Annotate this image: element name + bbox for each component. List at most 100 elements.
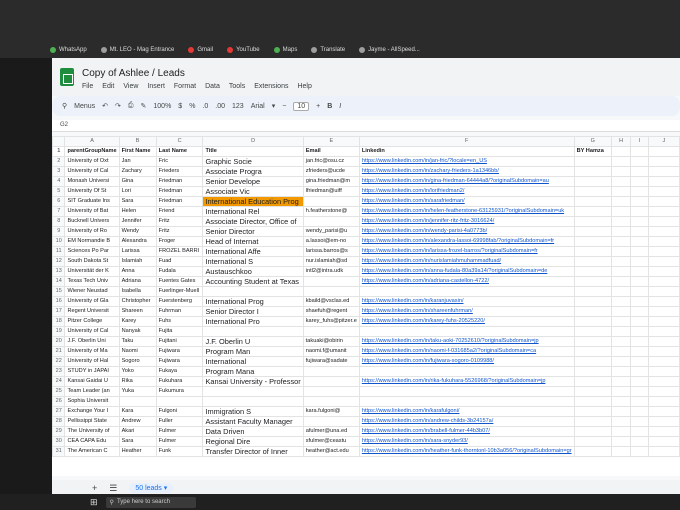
table-cell[interactable]: Yuka xyxy=(118,386,157,397)
table-cell[interactable] xyxy=(155,396,204,407)
row-number[interactable]: 9 xyxy=(52,226,66,237)
table-cell[interactable]: https://www.linkedin.com/in/helen-feathe… xyxy=(358,206,575,217)
table-row[interactable]: 13 Universität der K Anna Fudala Austauschko… xyxy=(52,266,680,277)
table-cell[interactable] xyxy=(610,306,632,317)
row-number[interactable]: 12 xyxy=(52,256,66,267)
menu-help[interactable]: Help xyxy=(297,83,311,90)
column-header[interactable]: E xyxy=(302,136,360,147)
table-cell[interactable] xyxy=(573,316,612,327)
table-cell[interactable]: Andrew xyxy=(118,416,157,427)
table-cell[interactable] xyxy=(358,396,575,407)
table-row[interactable]: 11 Sciences Po Par Larissa FROZEL BARRI Inte… xyxy=(52,246,680,257)
table-cell[interactable] xyxy=(202,286,304,297)
table-cell[interactable] xyxy=(647,186,680,197)
table-row[interactable]: 16 University of Gla Christopher Fuerstenbe… xyxy=(52,296,680,307)
table-cell[interactable]: J.F. Oberlin U xyxy=(202,336,304,347)
table-cell[interactable] xyxy=(610,266,632,277)
table-cell[interactable]: SIT Graduate Ins xyxy=(64,196,120,207)
table-cell[interactable]: Universität der K xyxy=(64,266,120,277)
table-cell[interactable]: Naomi xyxy=(118,346,157,357)
table-cell[interactable] xyxy=(302,196,360,207)
table-cell[interactable]: https://www.linkedin.com/in/rika-fukuhar… xyxy=(358,376,575,387)
table-cell[interactable]: University of Ro xyxy=(64,226,120,237)
table-cell[interactable]: Shareen xyxy=(118,306,157,317)
column-header[interactable]: A xyxy=(64,136,120,147)
table-cell[interactable] xyxy=(630,176,649,187)
table-cell[interactable]: Pitzer College xyxy=(64,316,120,327)
table-cell[interactable] xyxy=(573,386,612,397)
table-cell[interactable] xyxy=(610,296,632,307)
table-cell[interactable]: Assistant Faculty Manager xyxy=(202,416,304,427)
bookmark-item[interactable]: YouTube xyxy=(227,47,260,53)
table-cell[interactable]: shaefuh@regent xyxy=(302,306,360,317)
all-sheets-icon[interactable]: ☰ xyxy=(109,483,117,494)
row-number[interactable]: 27 xyxy=(52,406,66,417)
table-cell[interactable] xyxy=(630,426,649,437)
table-cell[interactable]: Team Leader (an xyxy=(64,386,120,397)
table-cell[interactable]: Fuerlinger-Muell xyxy=(155,286,204,297)
table-cell[interactable]: intl2@intra.udk xyxy=(302,266,360,277)
table-row[interactable]: 27 Exchange Your I Kara Fulgoni Immigration … xyxy=(52,406,680,417)
table-cell[interactable] xyxy=(647,346,680,357)
table-cell[interactable]: Larissa xyxy=(118,246,157,257)
font-size-decrease-icon[interactable]: − xyxy=(282,103,286,110)
row-number[interactable]: 2 xyxy=(52,156,66,167)
menu-format[interactable]: Format xyxy=(174,83,196,90)
table-row[interactable]: 22 University of Hal Sogoro Fujiwara Interna… xyxy=(52,356,680,367)
table-cell[interactable]: Fuhs xyxy=(155,316,204,327)
row-number[interactable]: 4 xyxy=(52,176,66,187)
table-row[interactable]: 14 Texas Tech Univ Adriana Fuentes Gates Acc… xyxy=(52,276,680,287)
table-cell[interactable] xyxy=(610,226,632,237)
table-cell[interactable]: Fujiwara xyxy=(155,346,204,357)
table-row[interactable]: 25 Team Leader (an Yuka Fukumura xyxy=(52,386,680,397)
table-cell[interactable] xyxy=(647,386,680,397)
table-cell[interactable] xyxy=(630,276,649,287)
table-cell[interactable]: International S xyxy=(202,256,304,267)
column-header[interactable]: H xyxy=(610,136,632,147)
table-row[interactable]: 15 Wiener Neustad Isabella Fuerlinger-Muell xyxy=(52,286,680,297)
table-cell[interactable]: https://www.linkedin.com/in/karey-fuhs-2… xyxy=(358,316,575,327)
currency-button[interactable]: $ xyxy=(178,103,182,110)
table-cell[interactable]: sfulmer@ceastu xyxy=(302,436,360,447)
table-cell[interactable] xyxy=(610,396,632,407)
table-cell[interactable]: https://www.linkedin.com/in/zachary-frie… xyxy=(358,166,575,177)
row-number[interactable]: 7 xyxy=(52,206,66,217)
row-number[interactable]: 23 xyxy=(52,366,66,377)
table-row[interactable]: 7 University of Bat Helen Friend Internation… xyxy=(52,206,680,217)
table-cell[interactable]: Alexandra xyxy=(118,236,157,247)
table-cell[interactable]: International xyxy=(202,356,304,367)
menu-extensions[interactable]: Extensions xyxy=(254,83,288,90)
table-cell[interactable] xyxy=(630,246,649,257)
table-cell[interactable] xyxy=(647,156,680,167)
table-cell[interactable]: parentGroupName xyxy=(64,146,120,157)
table-cell[interactable]: BY Hamza xyxy=(573,146,612,157)
table-cell[interactable] xyxy=(630,286,649,297)
zoom-select[interactable]: 100% xyxy=(153,103,171,110)
table-cell[interactable]: International Affe xyxy=(202,246,304,257)
table-cell[interactable] xyxy=(610,166,632,177)
table-cell[interactable]: Fulgoni xyxy=(155,406,204,417)
table-cell[interactable] xyxy=(647,266,680,277)
table-cell[interactable] xyxy=(647,306,680,317)
table-cell[interactable]: Monash Universi xyxy=(64,176,120,187)
table-cell[interactable] xyxy=(610,146,632,157)
table-row[interactable]: 30 CEA CAPA Edu Sara Fulmer Regional Dire sfu… xyxy=(52,436,680,447)
table-cell[interactable] xyxy=(358,386,575,397)
table-cell[interactable]: Anna xyxy=(118,266,157,277)
bookmark-item[interactable]: Maps xyxy=(273,47,297,53)
table-cell[interactable]: Friend xyxy=(155,206,204,217)
table-cell[interactable] xyxy=(610,426,632,437)
taskbar-search-input[interactable]: ⚲ Type here to search xyxy=(105,496,196,508)
menu-data[interactable]: Data xyxy=(205,83,220,90)
table-cell[interactable]: https://www.linkedin.com/in/lorifriedman… xyxy=(358,186,575,197)
table-cell[interactable]: Karey xyxy=(118,316,157,327)
table-cell[interactable] xyxy=(647,446,680,457)
table-cell[interactable]: Sciences Po Par xyxy=(64,246,120,257)
table-cell[interactable]: Exchange Your I xyxy=(64,406,120,417)
table-cell[interactable] xyxy=(630,446,649,457)
sheets-logo-icon[interactable] xyxy=(60,68,74,86)
undo-icon[interactable]: ↶ xyxy=(102,102,108,110)
paint-format-icon[interactable]: ✎ xyxy=(141,102,147,110)
table-cell[interactable] xyxy=(630,376,649,387)
table-cell[interactable]: Program Man xyxy=(202,346,304,357)
